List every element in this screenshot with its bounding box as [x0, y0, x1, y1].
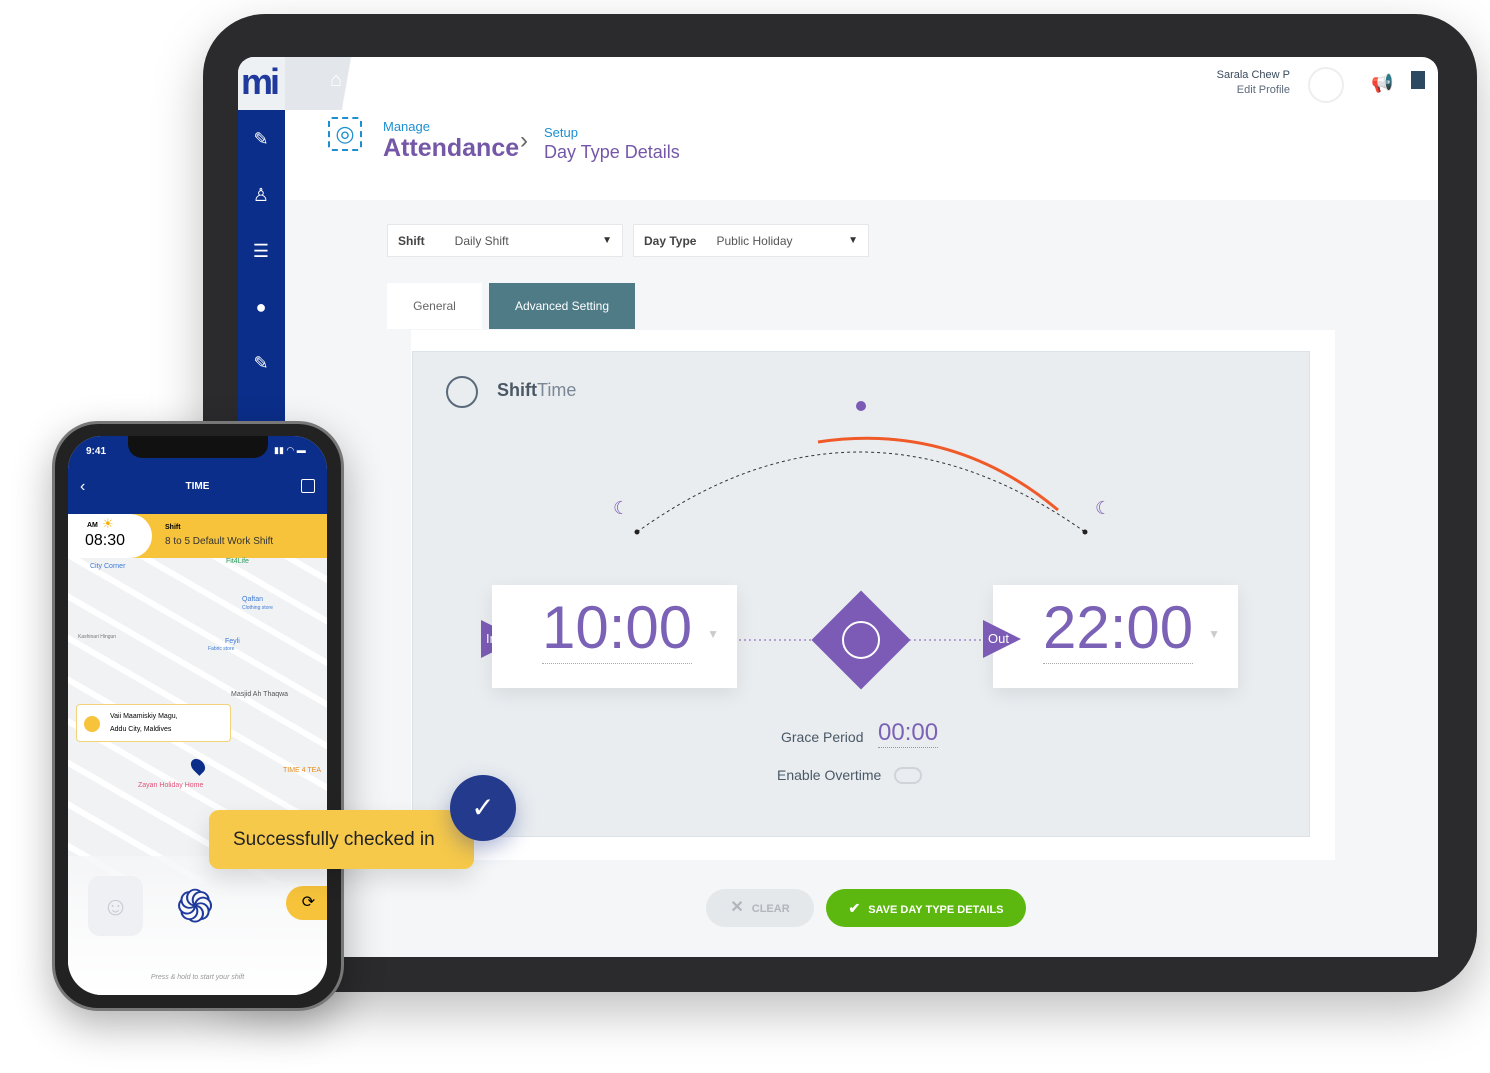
map-label: Qaftan — [242, 596, 264, 603]
map-label: Zayan Holiday Home — [138, 782, 204, 789]
sidebar-item-notes[interactable]: ✎ — [250, 128, 272, 150]
calendar-icon[interactable] — [301, 479, 315, 493]
arc-start-dot — [634, 529, 640, 535]
grace-period-input[interactable]: 00:00 — [878, 719, 939, 748]
shift-value: Daily Shift — [454, 233, 509, 248]
breadcrumb: Manage Attendance — [383, 119, 519, 163]
location-dot — [84, 716, 100, 732]
daytype-label: Day Type — [644, 233, 697, 248]
shift-name: 8 to 5 Default Work Shift — [165, 536, 274, 547]
edit-profile-link[interactable]: Edit Profile — [1217, 84, 1290, 96]
shift-label: Shift — [165, 524, 181, 531]
map-label: Masjid Ah Thaqwa — [231, 691, 289, 698]
sidebar-item-reports[interactable]: ✎ — [250, 352, 272, 374]
avatar[interactable] — [1308, 67, 1344, 103]
arc-active — [817, 436, 1059, 512]
moon-icon: ☾ — [613, 498, 629, 518]
overtime-label: Enable Overtime — [777, 767, 882, 783]
tab-advanced-setting[interactable]: Advanced Setting — [489, 283, 635, 329]
fingerprint-button[interactable]: ֍ — [166, 866, 224, 946]
daytype-value: Public Holiday — [716, 233, 793, 248]
breadcrumb-page: Setup Day Type Details — [544, 125, 680, 163]
arc-end-dot — [1082, 529, 1088, 535]
sidebar-item-employee[interactable]: ♙ — [250, 184, 272, 206]
save-label: SAVE DAY TYPE DETAILS — [868, 904, 1004, 916]
sidebar-item-list[interactable]: ☰ — [250, 240, 272, 262]
shift-label: Shift — [398, 233, 425, 248]
overtime-toggle[interactable] — [894, 767, 922, 784]
status-icons: ▮▮ ◠ ▬ — [274, 445, 306, 455]
sun-icon — [856, 401, 866, 411]
face-scan-button[interactable]: ☺ — [88, 876, 143, 936]
save-button[interactable]: ✔ SAVE DAY TYPE DETAILS — [826, 889, 1026, 927]
address-popup: Vaii Maamiskiy Magu, Addu City, Maldives — [76, 704, 231, 742]
close-icon: ✕ — [730, 899, 744, 916]
clock-time: 08:30 — [85, 532, 126, 549]
map-label: Clothing store — [242, 605, 273, 611]
moon-icon: ☾ — [1095, 498, 1111, 518]
status-time: 9:41 — [86, 446, 107, 457]
out-time-picker[interactable]: 22:00 ▼ — [993, 585, 1238, 688]
check-icon: ✔ — [848, 900, 861, 916]
chevron-down-icon: ▼ — [1208, 627, 1220, 641]
hint-text: Press & hold to start your shift — [150, 974, 245, 981]
page-title: Day Type Details — [544, 142, 680, 162]
arc-dashed — [636, 451, 1086, 533]
breadcrumb-chevron-icon: › — [520, 127, 528, 154]
address-line2: Addu City, Maldives — [110, 726, 172, 733]
map-label: Fabric store — [208, 646, 235, 652]
in-time-picker[interactable]: 10:00 ▼ — [492, 585, 737, 688]
success-check-icon: ✓ — [450, 775, 516, 841]
center-clock-diamond — [811, 590, 911, 690]
map-label: TIME 4 TEA — [283, 767, 321, 774]
ampm-label: AM — [87, 522, 98, 529]
user-info: Sarala Chew P Edit Profile — [1217, 69, 1290, 96]
phone-title: TIME — [185, 481, 210, 492]
in-time: 10:00 — [542, 593, 693, 664]
clear-button[interactable]: ✕ CLEAR — [706, 889, 814, 927]
address-line1: Vaii Maamiskiy Magu, — [110, 713, 178, 720]
fingerprint-icon: ◎ — [328, 117, 362, 151]
home-button[interactable]: ⌂ — [285, 57, 385, 110]
user-name: Sarala Chew P — [1216, 69, 1290, 81]
breadcrumb-section[interactable]: Attendance — [383, 134, 519, 163]
out-time: 22:00 — [1043, 593, 1194, 664]
phone-screen: 9:41 ▮▮ ◠ ▬ ‹ TIME AM ☀ 08:30 Shift 8 to… — [68, 436, 327, 995]
dropdown-arrow-icon: ▼ — [602, 235, 612, 246]
sidebar-item-profile[interactable]: ● — [250, 296, 272, 318]
shift-select[interactable]: Shift Daily Shift ▼ — [387, 224, 623, 257]
chevron-down-icon: ▼ — [707, 627, 719, 641]
dropdown-arrow-icon: ▼ — [848, 235, 858, 246]
breadcrumb-page-label: Setup — [544, 125, 578, 140]
map-label: Kashinari Hingun — [78, 634, 117, 640]
out-label: Out — [988, 631, 1009, 646]
refresh-button[interactable]: ⟳ — [286, 886, 327, 920]
announcement-icon[interactable]: 📢 — [1371, 73, 1393, 94]
home-icon: ⌂ — [330, 69, 343, 91]
clear-label: CLEAR — [751, 903, 790, 915]
success-toast: Successfully checked in — [209, 810, 474, 869]
breadcrumb-section-label: Manage — [383, 119, 430, 134]
notch — [128, 436, 268, 458]
map-label: City Corner — [90, 563, 126, 570]
out-marker: Out — [983, 620, 1021, 658]
time-card: AM ☀ 08:30 — [68, 514, 152, 558]
app-logo: mi — [238, 57, 285, 110]
grace-period-label: Grace Period — [781, 729, 864, 745]
sun-icon: ☀ — [102, 516, 114, 531]
tab-general[interactable]: General — [387, 283, 482, 329]
map-label: Feyli — [225, 638, 240, 645]
logout-icon[interactable] — [1411, 71, 1425, 89]
daytype-select[interactable]: Day Type Public Holiday ▼ — [633, 224, 869, 257]
map-label: Fit4Life — [226, 558, 249, 565]
